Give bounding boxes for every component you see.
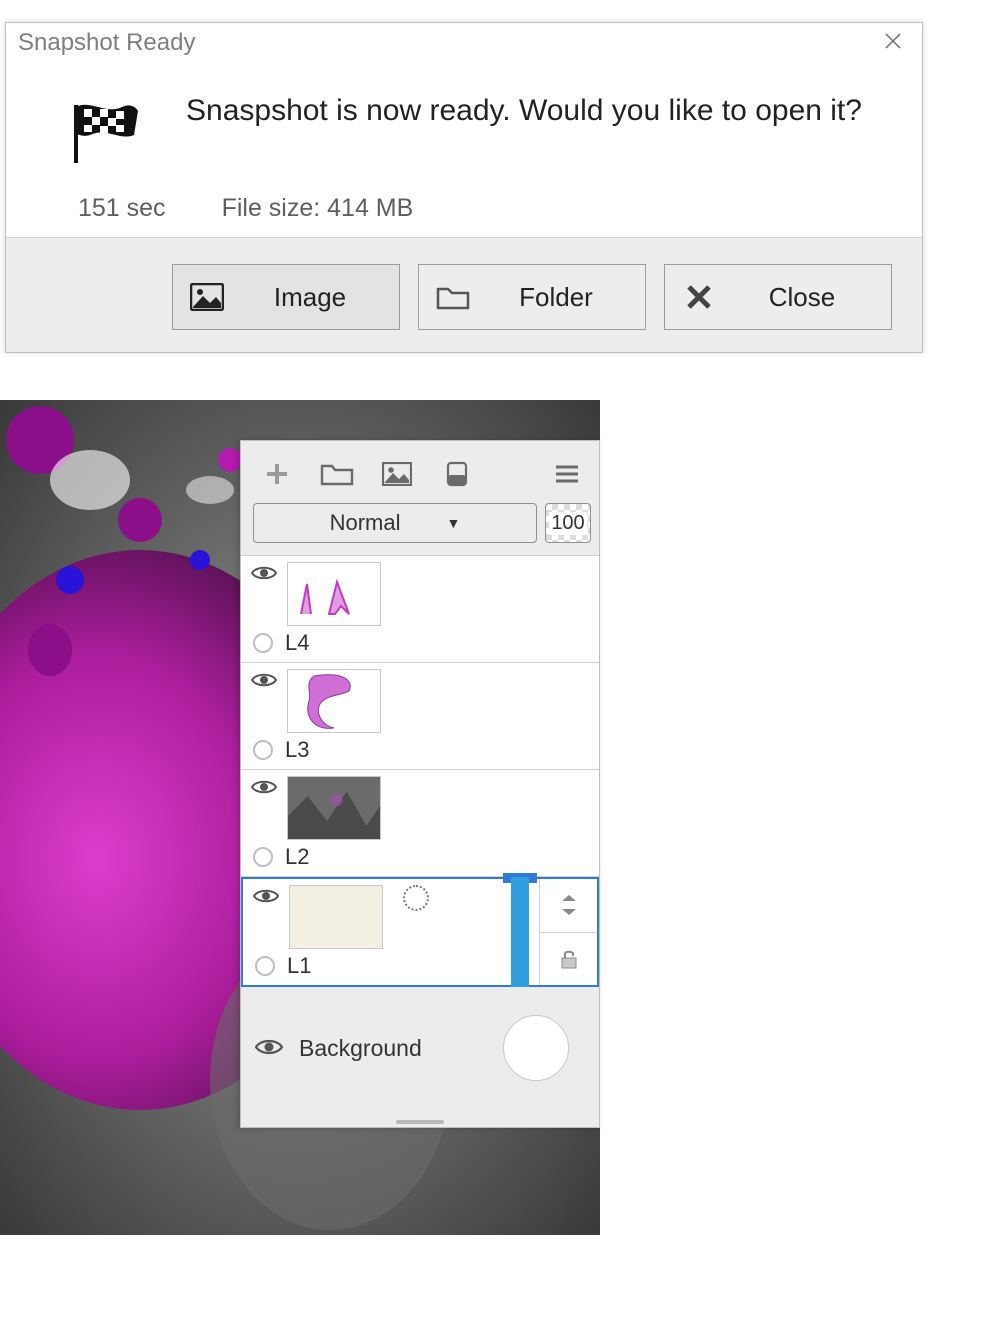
image-button[interactable]: Image (172, 264, 400, 330)
layer-name: L1 (287, 953, 311, 979)
dialog-titlebar: Snapshot Ready (6, 23, 922, 63)
close-icon[interactable] (876, 27, 910, 59)
panel-resize-grip[interactable] (241, 1117, 599, 1127)
visibility-icon[interactable] (251, 778, 277, 801)
lock-icon[interactable] (540, 933, 597, 986)
layer-name: L4 (285, 630, 309, 656)
chevron-down-icon: ▼ (447, 515, 461, 531)
layer-name: L2 (285, 844, 309, 870)
reorder-icon[interactable] (540, 879, 597, 933)
folder-icon (433, 283, 473, 311)
layer-thumbnail (287, 669, 381, 733)
folder-layer-button[interactable] (313, 455, 361, 493)
add-layer-button[interactable] (253, 455, 301, 493)
dialog-message: Snaspshot is now ready. Would you like t… (186, 91, 892, 132)
dialog-body: Snaspshot is now ready. Would you like t… (6, 63, 922, 194)
layer-row[interactable]: L2 (241, 770, 599, 877)
snapshot-ready-dialog: Snapshot Ready Snaspshot is now ready. W… (5, 22, 923, 353)
image-icon (187, 283, 227, 311)
selection-bar (511, 877, 529, 987)
visibility-icon[interactable] (253, 887, 279, 910)
visibility-icon[interactable] (251, 671, 277, 694)
layer-thumbnail (287, 776, 381, 840)
layer-thumbnail (287, 562, 381, 626)
close-button-label: Close (745, 282, 891, 313)
layers-options-row: Normal ▼ 100 (241, 499, 599, 555)
background-layer-row[interactable]: Background (241, 987, 599, 1117)
layer-name: L3 (285, 737, 309, 763)
x-icon (679, 284, 719, 310)
elapsed-time: 151 sec (78, 194, 166, 223)
layers-panel: Normal ▼ 100 L4 (240, 440, 600, 1128)
layer-row[interactable]: L3 (241, 663, 599, 770)
blend-mode-value: Normal (330, 510, 401, 536)
file-size: File size: 414 MB (222, 194, 414, 223)
visibility-icon[interactable] (251, 564, 277, 587)
flag-icon (70, 101, 144, 170)
layer-row-selected[interactable]: L1 (241, 877, 599, 987)
folder-button-label: Folder (499, 282, 645, 313)
layer-side-controls (539, 879, 597, 985)
close-button[interactable]: Close (664, 264, 892, 330)
dialog-footer: Image Folder Close (6, 237, 922, 352)
opacity-value: 100 (549, 512, 586, 535)
layers-list: L4 L3 (241, 555, 599, 987)
layer-select-radio[interactable] (255, 956, 275, 976)
background-color-swatch[interactable] (503, 1015, 569, 1081)
menu-button[interactable] (543, 455, 591, 493)
mask-button[interactable] (433, 455, 481, 493)
dialog-title: Snapshot Ready (18, 29, 195, 57)
visibility-icon[interactable] (255, 1037, 283, 1062)
image-layer-button[interactable] (373, 455, 421, 493)
layer-select-radio[interactable] (253, 847, 273, 867)
layer-select-radio[interactable] (253, 633, 273, 653)
background-label: Background (299, 1035, 422, 1062)
layer-row[interactable]: L4 (241, 556, 599, 663)
loading-icon (403, 885, 429, 911)
layer-select-radio[interactable] (253, 740, 273, 760)
opacity-input[interactable]: 100 (545, 503, 591, 543)
image-button-label: Image (253, 282, 399, 313)
dialog-substatus: 151 sec File size: 414 MB (6, 194, 922, 237)
layer-thumbnail (289, 885, 383, 949)
folder-button[interactable]: Folder (418, 264, 646, 330)
layers-toolbar (241, 441, 599, 499)
blend-mode-select[interactable]: Normal ▼ (253, 503, 537, 543)
